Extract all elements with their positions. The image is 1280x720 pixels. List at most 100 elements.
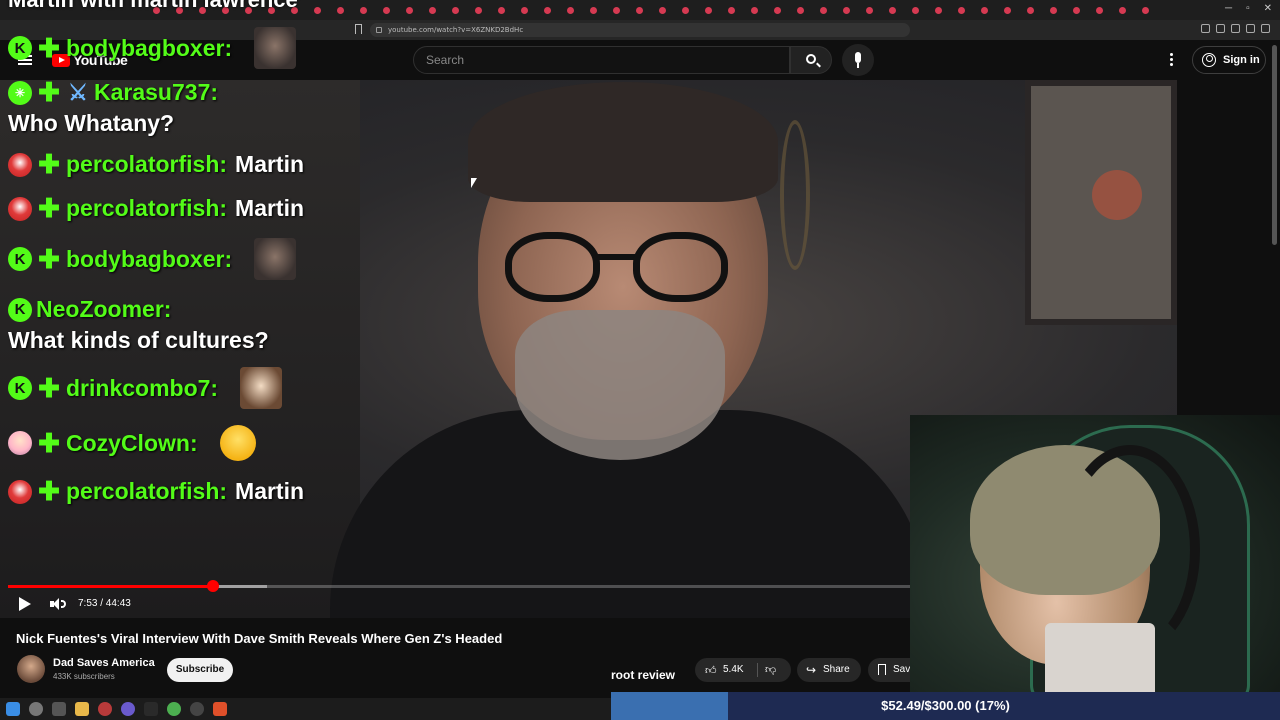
- browser-tab[interactable]: [1024, 4, 1037, 17]
- search-button[interactable]: [790, 46, 832, 74]
- channel-name[interactable]: Dad Saves America: [53, 657, 155, 669]
- tab-favicon-icon: [452, 6, 459, 14]
- voice-search-button[interactable]: [842, 44, 874, 76]
- browser-tab[interactable]: [403, 4, 416, 17]
- browser-tab[interactable]: [840, 4, 853, 17]
- browser-tab[interactable]: [656, 4, 669, 17]
- more-options-icon[interactable]: [1170, 53, 1174, 67]
- chat-message: bodybagboxer:: [8, 238, 297, 280]
- subscriber-badge-icon: [36, 431, 62, 455]
- brave-icon[interactable]: [213, 702, 227, 716]
- face-emote-icon: [254, 238, 297, 280]
- browser-tab[interactable]: [978, 4, 991, 17]
- save-button[interactable]: Save: [868, 658, 916, 682]
- browser-tab[interactable]: [909, 4, 922, 17]
- browser-tab[interactable]: [1093, 4, 1106, 17]
- minimize-icon[interactable]: ─: [1225, 3, 1232, 14]
- obs-icon[interactable]: [190, 702, 204, 716]
- video-background-painting-sun: [1092, 170, 1142, 220]
- tab-favicon-icon: [751, 6, 758, 14]
- search-taskbar-icon[interactable]: [29, 702, 43, 716]
- page-scrollbar[interactable]: [1272, 45, 1277, 245]
- share-icon: ↪: [806, 663, 817, 677]
- save-icon: [878, 664, 886, 675]
- tab-favicon-icon: [1073, 6, 1080, 14]
- browser-tab[interactable]: [1001, 4, 1014, 17]
- browser-tab[interactable]: [748, 4, 761, 17]
- browser-tab[interactable]: [426, 4, 439, 17]
- maximize-icon[interactable]: ▫: [1246, 3, 1250, 14]
- browser-tab[interactable]: [1070, 4, 1083, 17]
- browser-tab[interactable]: [334, 4, 347, 17]
- browser-tabs: [150, 4, 1152, 17]
- browser-tab[interactable]: [449, 4, 462, 17]
- browser-tab[interactable]: [1139, 4, 1152, 17]
- time-display: 7:53 / 44:43: [78, 598, 131, 609]
- tab-favicon-icon: [337, 6, 344, 14]
- browser-tab[interactable]: [495, 4, 508, 17]
- play-icon[interactable]: [18, 596, 32, 612]
- browser-tab[interactable]: [932, 4, 945, 17]
- sign-in-label: Sign in: [1223, 54, 1260, 66]
- browser-tab[interactable]: [863, 4, 876, 17]
- extension-icon[interactable]: [1216, 24, 1225, 33]
- subscribe-button[interactable]: Subscribe: [167, 658, 233, 682]
- discord-icon[interactable]: [121, 702, 135, 716]
- site-info-icon[interactable]: [376, 27, 382, 33]
- browser-tab[interactable]: [1047, 4, 1060, 17]
- sign-in-button[interactable]: Sign in: [1192, 46, 1266, 74]
- subscriber-badge-icon: [36, 197, 62, 221]
- kick-badge-icon: [8, 36, 32, 60]
- tab-favicon-icon: [406, 6, 413, 14]
- extension-icon[interactable]: [1231, 24, 1240, 33]
- like-icon[interactable]: 👍︎: [705, 664, 717, 677]
- tab-favicon-icon: [475, 6, 482, 14]
- browser-tab[interactable]: [702, 4, 715, 17]
- share-button[interactable]: ↪ Share: [797, 658, 861, 682]
- channel-avatar[interactable]: [17, 655, 45, 683]
- browser-tab[interactable]: [564, 4, 577, 17]
- volume-icon[interactable]: [50, 597, 66, 611]
- video-title: Nick Fuentes's Viral Interview With Dave…: [16, 631, 503, 646]
- scrubber-handle[interactable]: [206, 580, 219, 592]
- like-count[interactable]: 5.4K: [723, 664, 744, 675]
- cup: [1045, 623, 1155, 693]
- extension-icon[interactable]: [1246, 24, 1255, 33]
- tab-favicon-icon: [889, 6, 896, 14]
- browser-tab[interactable]: [886, 4, 899, 17]
- extension-icon[interactable]: [1261, 24, 1270, 33]
- chat-message-text: What kinds of cultures?: [8, 327, 269, 353]
- browser-tab[interactable]: [518, 4, 531, 17]
- browser-tab[interactable]: [1116, 4, 1129, 17]
- browser-tab[interactable]: [587, 4, 600, 17]
- url-field[interactable]: youtube.com/watch?v=X6ZNKD2BdHc: [370, 23, 910, 37]
- file-explorer-icon[interactable]: [75, 702, 89, 716]
- browser-tab[interactable]: [725, 4, 738, 17]
- browser-tab[interactable]: [311, 4, 324, 17]
- browser-tab[interactable]: [357, 4, 370, 17]
- tab-favicon-icon: [567, 6, 574, 14]
- tab-favicon-icon: [797, 6, 804, 14]
- task-view-icon[interactable]: [52, 702, 66, 716]
- chat-username: bodybagboxer:: [66, 34, 233, 61]
- browser-tab[interactable]: [771, 4, 784, 17]
- close-icon[interactable]: ✕: [1264, 3, 1272, 14]
- browser-tab[interactable]: [817, 4, 830, 17]
- search-input[interactable]: Search: [413, 46, 790, 74]
- bookmark-icon[interactable]: [355, 24, 362, 34]
- chrome-icon[interactable]: [167, 702, 181, 716]
- browser-tab[interactable]: [610, 4, 623, 17]
- browser-tab[interactable]: [955, 4, 968, 17]
- extension-icon[interactable]: [1201, 24, 1210, 33]
- steam-icon[interactable]: [144, 702, 158, 716]
- browser-tab[interactable]: [380, 4, 393, 17]
- browser-tab[interactable]: [679, 4, 692, 17]
- dislike-icon[interactable]: 👎︎: [765, 663, 776, 676]
- browser-tab[interactable]: [541, 4, 554, 17]
- browser-tab[interactable]: [794, 4, 807, 17]
- tab-favicon-icon: [659, 6, 666, 14]
- browser-tab[interactable]: [633, 4, 646, 17]
- browser-tab[interactable]: [472, 4, 485, 17]
- app-icon[interactable]: [98, 702, 112, 716]
- start-icon[interactable]: [6, 702, 20, 716]
